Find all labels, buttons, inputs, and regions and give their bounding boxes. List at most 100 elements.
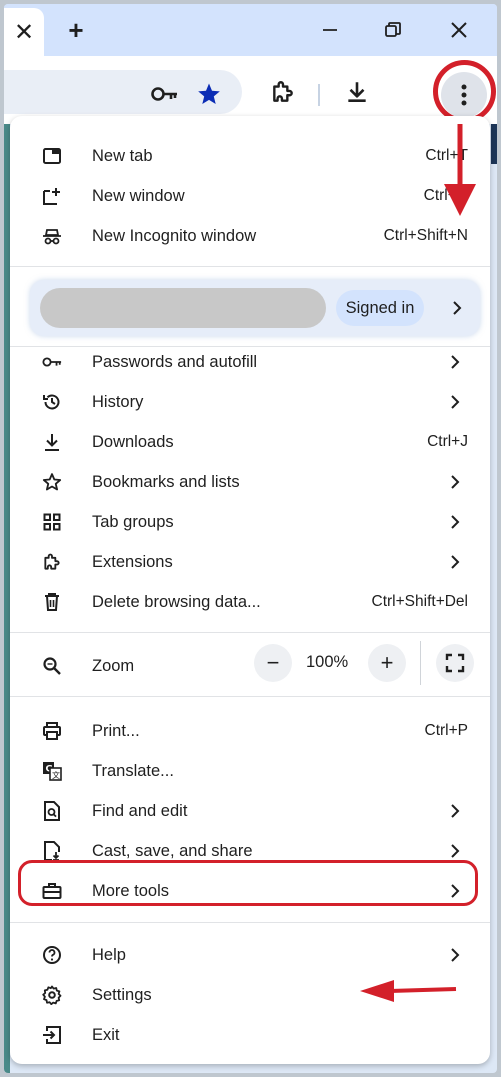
menu-item-label: Passwords and autofill: [92, 352, 258, 371]
menu-item-new-tab[interactable]: New tab Ctrl+T: [10, 136, 490, 176]
menu-item-help[interactable]: Help: [10, 935, 490, 975]
menu-item-history[interactable]: History: [10, 382, 490, 422]
gear-icon: [42, 985, 62, 1005]
menu-item-label: Cast, save, and share: [92, 841, 253, 860]
tab-groups-icon: [42, 512, 62, 532]
new-window-icon: [42, 186, 62, 206]
exit-icon: [42, 1025, 62, 1045]
bookmark-star-button[interactable]: [192, 77, 226, 111]
profile-name-redacted: [40, 288, 326, 328]
chevron-right-icon: [451, 555, 460, 569]
menu-item-translate[interactable]: G文 Translate...: [10, 751, 490, 791]
menu-item-bookmarks-lists[interactable]: Bookmarks and lists: [10, 462, 490, 502]
toolbar-divider: [318, 84, 320, 106]
menu-item-label: Bookmarks and lists: [92, 472, 240, 491]
menu-item-label: Print...: [92, 721, 140, 740]
menu-item-label: New Incognito window: [92, 226, 257, 245]
menu-item-label: Exit: [92, 1025, 120, 1044]
page-background-right: [491, 124, 497, 164]
shortcut-label: Ctrl+Shift+Del: [371, 593, 468, 610]
chevron-right-icon: [451, 948, 460, 962]
menu-item-label: History: [92, 392, 144, 411]
printer-icon: [42, 721, 62, 741]
menu-item-label: Find and edit: [92, 801, 188, 820]
history-icon: [42, 392, 62, 412]
menu-item-find-edit[interactable]: Find and edit: [10, 791, 490, 831]
puzzle-icon: [42, 552, 62, 572]
extensions-button[interactable]: [266, 75, 300, 109]
menu-item-extensions[interactable]: Extensions: [10, 542, 490, 582]
find-icon: [42, 801, 62, 821]
plus-icon: +: [68, 14, 84, 45]
profile-row[interactable]: Signed in: [30, 280, 480, 336]
toolbar: [4, 56, 497, 124]
zoom-level: 100%: [306, 653, 349, 671]
zoom-in-button[interactable]: +: [368, 644, 406, 682]
annotation-circle: [433, 60, 496, 123]
password-key-button[interactable]: [148, 77, 182, 111]
close-icon: ✕: [13, 18, 35, 46]
menu-item-delete-browsing-data[interactable]: Delete browsing data... Ctrl+Shift+Del: [10, 582, 490, 622]
menu-divider: [10, 922, 490, 923]
menu-divider: [10, 696, 490, 697]
menu-divider: [10, 632, 490, 633]
translate-icon: G文: [42, 761, 62, 781]
menu-item-label: Translate...: [92, 761, 174, 780]
chrome-main-menu: New tab Ctrl+T New window Ctrl+N New Inc…: [10, 116, 490, 1064]
menu-item-label: New tab: [92, 146, 153, 165]
chevron-right-icon: [451, 475, 460, 489]
menu-item-label: New window: [92, 186, 185, 205]
tab-strip: ✕ +: [4, 4, 497, 56]
fullscreen-icon: [445, 653, 465, 673]
downloads-button[interactable]: [340, 75, 374, 109]
minimize-icon: [323, 29, 337, 31]
annotation-settings-highlight: [18, 860, 478, 906]
menu-item-exit[interactable]: Exit: [10, 1015, 490, 1055]
menu-item-label: Delete browsing data...: [92, 592, 261, 611]
menu-item-settings[interactable]: Settings: [10, 975, 490, 1015]
menu-item-new-incognito-window[interactable]: New Incognito window Ctrl+Shift+N: [10, 216, 490, 256]
chevron-right-icon: [451, 355, 460, 369]
shortcut-label: Ctrl+T: [425, 147, 468, 164]
menu-item-label: Help: [92, 945, 126, 964]
menu-item-label: Extensions: [92, 552, 173, 571]
menu-divider: [10, 266, 490, 267]
cast-save-icon: [42, 841, 62, 861]
close-icon: [451, 22, 467, 38]
menu-item-print[interactable]: Print... Ctrl+P: [10, 711, 490, 751]
download-icon: [42, 432, 62, 452]
close-window-button[interactable]: [439, 12, 479, 48]
chevron-right-icon: [451, 804, 460, 818]
menu-item-label: Downloads: [92, 432, 174, 451]
key-icon: [42, 352, 62, 372]
star-icon: [198, 83, 220, 104]
chevron-right-icon: [451, 515, 460, 529]
menu-item-label: Tab groups: [92, 512, 174, 531]
shortcut-label: Ctrl+J: [427, 433, 468, 450]
browser-window: ✕ + New tab Ctrl+T New window Ctrl+N New…: [4, 4, 497, 1073]
menu-item-tab-groups[interactable]: Tab groups: [10, 502, 490, 542]
new-tab-button[interactable]: +: [60, 14, 92, 46]
menu-item-label: Settings: [92, 985, 152, 1004]
zoom-out-button[interactable]: −: [254, 644, 292, 682]
shortcut-label: Ctrl+N: [423, 187, 468, 204]
puzzle-icon: [273, 81, 293, 102]
shortcut-label: Ctrl+Shift+N: [383, 227, 468, 244]
menu-item-downloads[interactable]: Downloads Ctrl+J: [10, 422, 490, 462]
zoom-icon: [42, 656, 62, 676]
svg-text:文: 文: [52, 770, 60, 780]
star-icon: [42, 472, 62, 492]
new-tab-icon: [42, 146, 62, 166]
menu-item-passwords-autofill[interactable]: Passwords and autofill: [10, 342, 490, 382]
restore-icon: [385, 22, 401, 37]
menu-item-zoom: Zoom: [10, 646, 490, 686]
minus-icon: −: [266, 650, 280, 675]
help-icon: [42, 945, 62, 965]
minimize-button[interactable]: [310, 12, 350, 48]
shortcut-label: Ctrl+P: [424, 722, 469, 739]
menu-item-new-window[interactable]: New window Ctrl+N: [10, 176, 490, 216]
zoom-label: Zoom: [92, 656, 135, 675]
fullscreen-button[interactable]: [436, 644, 474, 682]
close-tab-button[interactable]: ✕: [4, 8, 44, 56]
restore-button[interactable]: [373, 12, 413, 48]
